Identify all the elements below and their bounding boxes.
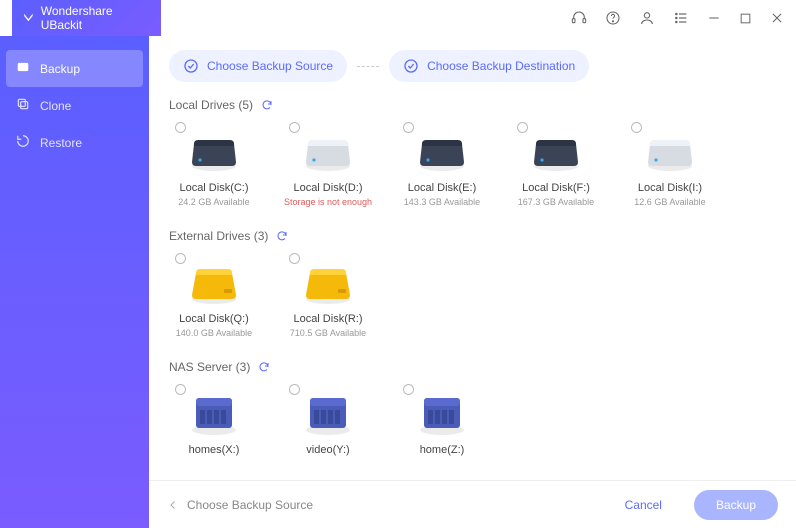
refresh-icon[interactable] [261, 99, 273, 111]
drive-sub: 24.2 GB Available [178, 197, 249, 207]
footer-hint: Choose Backup Source [167, 498, 313, 512]
app-brand: Wondershare UBackit [12, 0, 161, 36]
step-choose-destination[interactable]: Choose Backup Destination [389, 50, 589, 82]
drive-icon [642, 126, 698, 174]
section-title: NAS Server (3) [169, 360, 250, 374]
content-area: Choose Backup Source Choose Backup Desti… [149, 36, 796, 528]
sidebar-item-clone[interactable]: Clone [0, 87, 149, 124]
drive-sub: 12.6 GB Available [634, 197, 705, 207]
step-divider [357, 66, 379, 67]
drive-item[interactable]: Local Disk(Q:) 140.0 GB Available [169, 253, 259, 338]
drive-item[interactable]: Local Disk(F:) 167.3 GB Available [511, 122, 601, 207]
titlebar-actions [571, 10, 784, 26]
drive-item[interactable]: Local Disk(E:) 143.3 GB Available [397, 122, 487, 207]
section-title: Local Drives (5) [169, 98, 253, 112]
drive-radio[interactable] [175, 122, 186, 133]
step-label: Choose Backup Destination [427, 59, 575, 73]
drive-label: Local Disk(Q:) [179, 313, 249, 325]
drive-label: Local Disk(F:) [522, 182, 590, 194]
wizard-steps: Choose Backup Source Choose Backup Desti… [149, 36, 796, 92]
sidebar-item-label: Backup [40, 62, 80, 76]
section-header: External Drives (3) [169, 229, 776, 243]
headset-icon[interactable] [571, 10, 587, 26]
drive-item[interactable]: home(Z:) [397, 384, 487, 459]
section-header: Local Drives (5) [169, 98, 776, 112]
sidebar-item-label: Clone [40, 99, 71, 113]
restore-icon [16, 134, 30, 151]
drive-icon [414, 388, 470, 436]
drive-icon [186, 388, 242, 436]
drive-radio[interactable] [175, 253, 186, 264]
drive-grid: Local Disk(C:)24.2 GB AvailableLocal Dis… [169, 122, 776, 223]
drive-label: Local Disk(E:) [408, 182, 476, 194]
drive-icon [186, 257, 242, 305]
drive-sub: 167.3 GB Available [518, 197, 594, 207]
drive-radio[interactable] [517, 122, 528, 133]
drive-radio[interactable] [175, 384, 186, 395]
drive-item[interactable]: Local Disk(D:) Storage is not enough [283, 122, 373, 207]
drive-icon [528, 126, 584, 174]
drive-icon [300, 257, 356, 305]
titlebar: Wondershare UBackit [0, 0, 796, 36]
drive-radio[interactable] [289, 384, 300, 395]
drive-radio[interactable] [631, 122, 642, 133]
drive-icon [300, 126, 356, 174]
section-header: NAS Server (3) [169, 360, 776, 374]
help-icon[interactable] [605, 10, 621, 26]
clone-icon [16, 97, 30, 114]
footer-hint-text: Choose Backup Source [187, 498, 313, 512]
close-icon[interactable] [770, 11, 784, 25]
check-circle-icon [183, 58, 199, 74]
drive-sub: 143.3 GB Available [404, 197, 480, 207]
drive-radio[interactable] [403, 384, 414, 395]
drive-label: Local Disk(R:) [293, 313, 362, 325]
drive-item[interactable]: homes(X:) [169, 384, 259, 459]
sidebar-item-backup[interactable]: Backup [6, 50, 143, 87]
drive-label: Local Disk(I:) [638, 182, 702, 194]
drive-sub: 710.5 GB Available [290, 328, 366, 338]
refresh-icon[interactable] [258, 361, 270, 373]
sidebar-item-restore[interactable]: Restore [0, 124, 149, 161]
drive-label: video(Y:) [306, 444, 349, 456]
footer: Choose Backup Source Cancel Backup [149, 480, 796, 528]
drive-item[interactable]: Local Disk(R:) 710.5 GB Available [283, 253, 373, 338]
sidebar-item-label: Restore [40, 136, 82, 150]
section-title: External Drives (3) [169, 229, 268, 243]
backup-button[interactable]: Backup [694, 490, 778, 520]
drive-sub: Storage is not enough [284, 197, 372, 207]
drive-scroll-area[interactable]: Local Drives (5) Local Disk(C:) 24.2 GB Av… [149, 92, 796, 480]
maximize-icon[interactable] [739, 12, 752, 25]
drive-grid: homes(X:) video(Y:) home(Z:) [169, 384, 776, 475]
drive-icon [300, 388, 356, 436]
cancel-button[interactable]: Cancel [603, 490, 684, 520]
app-logo-icon [22, 11, 35, 25]
drive-label: Local Disk(C:) [179, 182, 248, 194]
drive-item[interactable]: video(Y:) [283, 384, 373, 459]
drive-radio[interactable] [289, 122, 300, 133]
drive-radio[interactable] [289, 253, 300, 264]
user-icon[interactable] [639, 10, 655, 26]
drive-icon [186, 126, 242, 174]
check-circle-icon [403, 58, 419, 74]
drive-sub: 140.0 GB Available [176, 328, 252, 338]
drive-label: Local Disk(D:) [293, 182, 362, 194]
drive-label: home(Z:) [420, 444, 465, 456]
drive-grid: Local Disk(Q:)140.0 GB AvailableLocal Di… [169, 253, 776, 354]
backup-icon [16, 60, 30, 77]
drive-item[interactable]: Local Disk(C:) 24.2 GB Available [169, 122, 259, 207]
drive-label: homes(X:) [189, 444, 240, 456]
app-title: Wondershare UBackit [41, 4, 147, 32]
drive-icon [414, 126, 470, 174]
sidebar: Backup Clone Restore [0, 36, 149, 528]
refresh-icon[interactable] [276, 230, 288, 242]
chevron-left-icon [167, 499, 179, 511]
step-label: Choose Backup Source [207, 59, 333, 73]
minimize-icon[interactable] [707, 11, 721, 25]
drive-item[interactable]: Local Disk(I:) 12.6 GB Available [625, 122, 715, 207]
step-choose-source[interactable]: Choose Backup Source [169, 50, 347, 82]
drive-radio[interactable] [403, 122, 414, 133]
list-icon[interactable] [673, 10, 689, 26]
